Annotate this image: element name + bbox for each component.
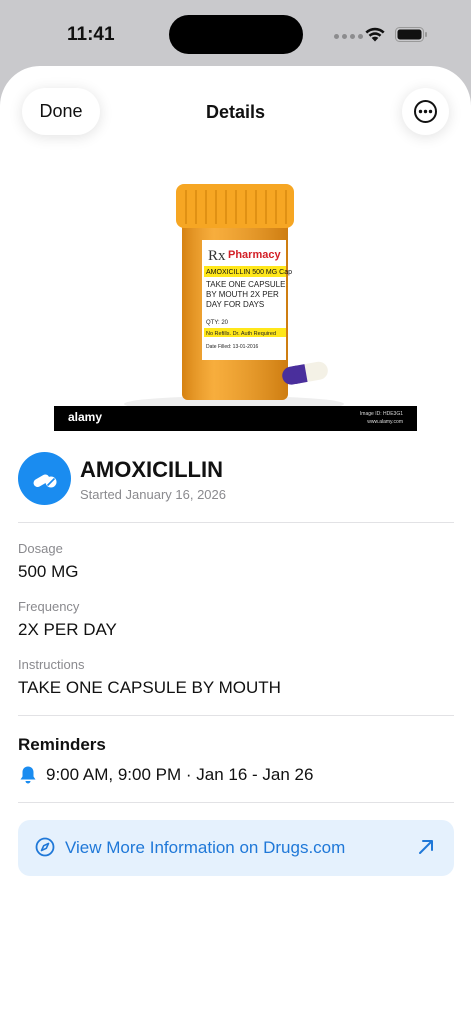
dosage-value: 500 MG	[18, 562, 79, 581]
details-sheet: Done Details Rx Pharmacy AMOXICILLIN 500…	[0, 66, 471, 1024]
arrow-up-right-icon	[419, 840, 433, 854]
battery-icon	[395, 27, 427, 42]
watermark-bar: alamy Image ID: HDE3G1 www.alamy.com	[54, 406, 417, 431]
pharmacy-text: Pharmacy	[228, 249, 281, 261]
reminders-title: Reminders	[18, 735, 106, 754]
watermark-logo: alamy	[68, 410, 103, 424]
pills-icon	[33, 474, 56, 487]
bell-icon	[20, 766, 36, 784]
instructions-label: Instructions	[18, 657, 85, 672]
nav-bar: Done Details	[0, 66, 471, 156]
watermark-id: Image ID: HDE3G1 www.alamy.com	[360, 410, 403, 426]
drug-name: AMOXICILLIN	[80, 457, 223, 482]
bottle-refills-text: No Refills. Dr. Auth Required	[206, 331, 276, 337]
divider	[18, 802, 454, 803]
instructions-value: TAKE ONE CAPSULE BY MOUTH	[18, 678, 281, 697]
drugs-com-link[interactable]: View More Information on Drugs.com	[18, 820, 454, 876]
frequency-value: 2X PER DAY	[18, 620, 117, 639]
drug-start-date: Started January 16, 2026	[80, 487, 226, 502]
bottle-qty-text: QTY: 20	[206, 320, 229, 326]
compass-icon	[35, 837, 55, 857]
status-time: 11:41	[67, 24, 115, 45]
divider	[18, 715, 454, 716]
reminder-row: 9:00 AM, 9:00 PM · Jan 16 - Jan 26	[18, 764, 313, 786]
drug-avatar	[18, 452, 71, 505]
drug-header: AMOXICILLIN Started January 16, 2026	[18, 452, 458, 508]
watermark-id-text: Image ID: HDE3G1	[359, 411, 403, 417]
ellipsis-circle-icon	[414, 100, 437, 123]
signal-dots-icon	[334, 34, 363, 39]
watermark-url-text: www.alamy.com	[367, 419, 403, 425]
pill-bottle-image: Rx Pharmacy AMOXICILLIN 500 MG Cap TAKE …	[124, 184, 344, 412]
drugs-com-link-label: View More Information on Drugs.com	[65, 838, 346, 857]
dynamic-island	[169, 15, 303, 54]
bottle-instructions-text: TAKE ONE CAPSULE BY MOUTH 2X PER DAY FOR…	[206, 280, 286, 309]
status-bar: 11:41	[0, 0, 471, 66]
reminder-schedule: 9:00 AM, 9:00 PM · Jan 16 - Jan 26	[46, 765, 314, 784]
rx-text: Rx	[208, 248, 226, 264]
page-title: Details	[205, 102, 266, 122]
dosage-label: Dosage	[18, 541, 63, 556]
frequency-label: Frequency	[18, 599, 80, 614]
bottle-date-text: Date Filled: 13-01-2016	[206, 344, 258, 350]
divider	[18, 522, 454, 523]
wifi-icon	[365, 27, 385, 42]
medication-photo: Rx Pharmacy AMOXICILLIN 500 MG Cap TAKE …	[54, 176, 417, 431]
bottle-drug-text: AMOXICILLIN 500 MG Cap	[206, 269, 292, 276]
more-options-button[interactable]	[402, 88, 449, 135]
